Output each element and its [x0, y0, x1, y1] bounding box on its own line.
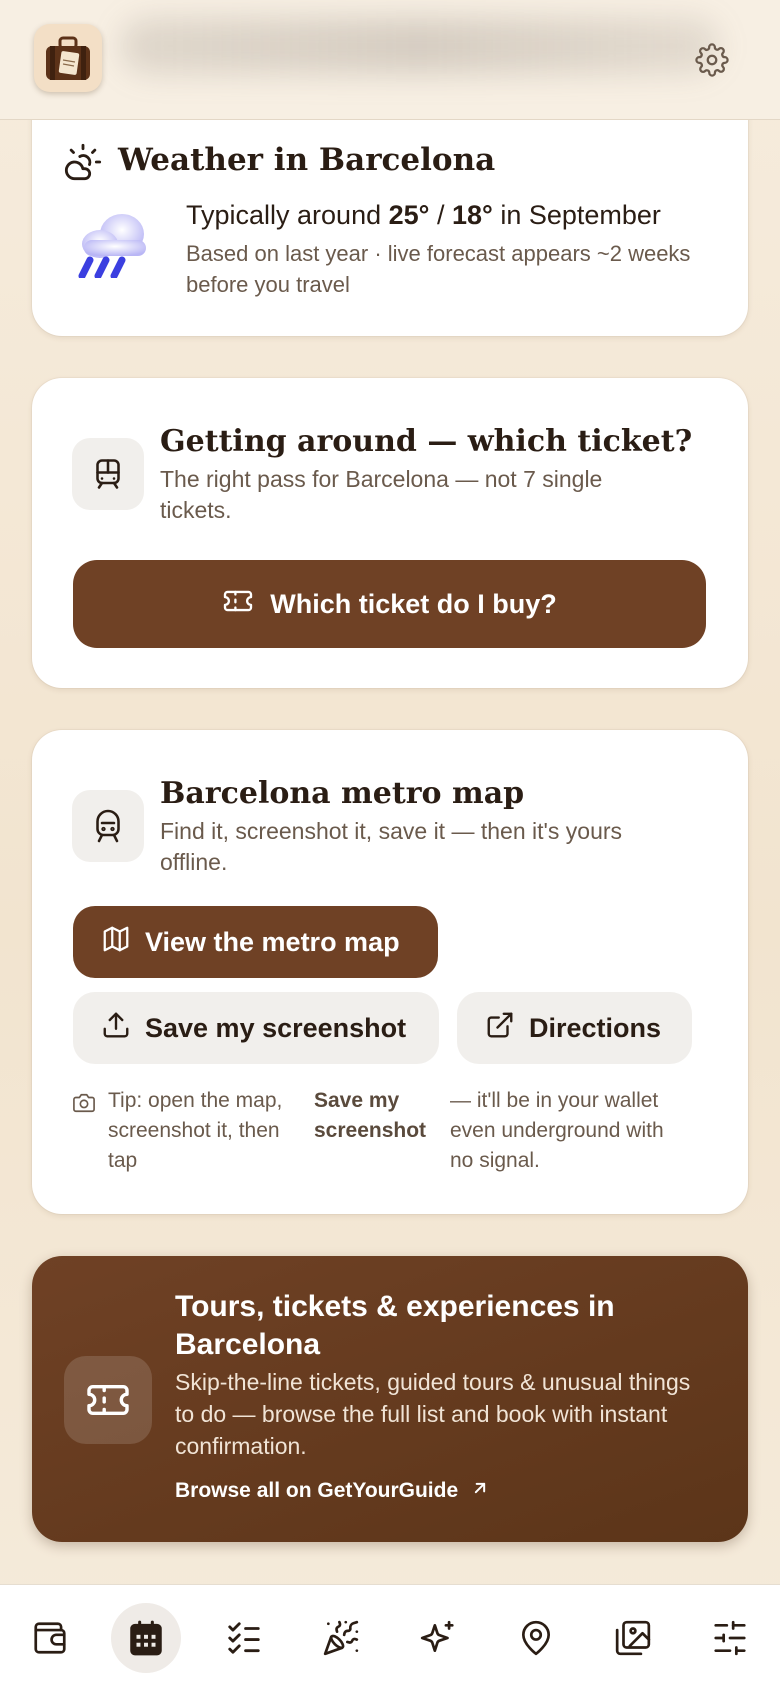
- browse-link-label: Browse all on GetYourGuide: [175, 1479, 459, 1502]
- rain-cloud-icon: [74, 210, 152, 283]
- weather-high: 25°: [388, 200, 430, 230]
- map-icon: [101, 924, 131, 961]
- browse-getyourguide-link[interactable]: Browse all on GetYourGuide: [175, 1478, 490, 1504]
- tip-text-bold: Save my screenshot: [314, 1089, 427, 1142]
- ticket-icon: [222, 588, 254, 621]
- nav-sparkles-icon[interactable]: [403, 1603, 473, 1673]
- promo-description: Skip-the-line tickets, guided tours & un…: [175, 1369, 691, 1459]
- weather-title: Weather in Barcelona: [118, 142, 496, 178]
- metro-map-card: Barcelona metro map Find it, screenshot …: [32, 730, 748, 1214]
- bottom-navigation: [0, 1584, 780, 1691]
- save-screenshot-label: Save my screenshot: [145, 1012, 407, 1043]
- weather-note: Based on last year · live forecast appea…: [186, 241, 691, 297]
- arrow-up-right-icon: [470, 1478, 490, 1504]
- nav-party-popper-icon[interactable]: [306, 1603, 376, 1673]
- which-ticket-button[interactable]: Which ticket do I buy?: [73, 560, 706, 648]
- getting-around-card: Getting around — which ticket? The right…: [32, 378, 748, 688]
- nav-calendar-icon[interactable]: [111, 1603, 181, 1673]
- camera-icon: [72, 1092, 96, 1119]
- metro-title: Barcelona metro map: [160, 776, 525, 811]
- directions-label: Directions: [529, 1012, 662, 1043]
- nav-checklist-icon[interactable]: [209, 1603, 279, 1673]
- view-metro-map-label: View the metro map: [145, 926, 400, 957]
- nav-sliders-icon[interactable]: [695, 1603, 765, 1673]
- upload-icon: [101, 1010, 131, 1047]
- suitcase-logo-icon[interactable]: [34, 24, 102, 92]
- metro-subtitle: Find it, screenshot it, save it — then i…: [160, 818, 623, 875]
- metro-train-icon: [72, 790, 144, 862]
- weather-separator: /: [429, 200, 452, 230]
- trip-page: Weather in Barcelona Typically around 25…: [0, 0, 780, 1691]
- nav-wallet-icon[interactable]: [15, 1603, 85, 1673]
- weather-suffix: in September: [492, 200, 661, 230]
- tours-promo-card[interactable]: Tours, tickets & experiences in Barcelon…: [32, 1256, 748, 1542]
- nav-photo-gallery-icon[interactable]: [598, 1603, 668, 1673]
- view-metro-map-button[interactable]: View the metro map: [73, 906, 438, 978]
- weather-typical-temperature: Typically around 25° / 18° in September: [186, 200, 726, 231]
- tip-text-start: Tip: open the map, screenshot it, then t…: [108, 1089, 283, 1172]
- gear-icon[interactable]: [692, 40, 732, 80]
- blurred-header-title: [120, 18, 720, 74]
- sun-cloud-icon: [62, 142, 104, 187]
- which-ticket-label: Which ticket do I buy?: [270, 588, 557, 619]
- getting-around-title: Getting around — which ticket?: [160, 424, 693, 459]
- save-screenshot-button[interactable]: Save my screenshot: [73, 992, 439, 1064]
- nav-map-pin-icon[interactable]: [501, 1603, 571, 1673]
- getting-around-subtitle: The right pass for Barcelona — not 7 sin…: [160, 466, 603, 523]
- weather-low: 18°: [451, 200, 493, 230]
- tip-text-end: — it'll be in your wallet even undergrou…: [450, 1089, 664, 1172]
- promo-title: Tours, tickets & experiences in Barcelon…: [175, 1290, 615, 1361]
- ticket-icon: [64, 1356, 152, 1444]
- train-icon: [72, 438, 144, 510]
- external-link-icon: [485, 1010, 515, 1047]
- weather-card: Weather in Barcelona Typically around 25…: [32, 112, 748, 336]
- directions-button[interactable]: Directions: [457, 992, 692, 1064]
- top-header: [0, 0, 780, 120]
- weather-prefix: Typically around: [186, 200, 389, 230]
